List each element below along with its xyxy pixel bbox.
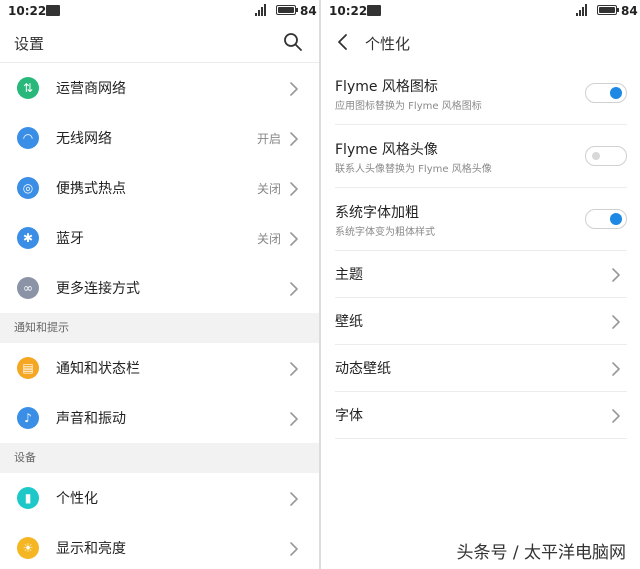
bluetooth-icon: ✱ [17,227,39,249]
settings-row[interactable]: ☀ 显示和亮度 [0,523,319,569]
wifi-icon: ◠ [17,127,39,149]
personalize-icon: ▮ [17,487,39,509]
settings-row[interactable]: ▤ 通知和状态栏 [0,343,319,393]
settings-row[interactable]: ♪ 声音和振动 [0,393,319,443]
settings-row-label: 通知和状态栏 [56,361,140,377]
toggle-title: Flyme 风格图标 [335,79,438,95]
chevron-right-icon [289,231,299,246]
settings-row-label: 显示和亮度 [56,541,126,557]
chevron-right-icon [611,361,621,376]
settings-list: ⇅ 运营商网络 ◠ 无线网络 开启 ◎ 便携式热点 关闭 ✱ 蓝牙 关闭 ∞ 更多连接方式 通知和提示 ▤ 通… [0,63,319,569]
status-bar: 10:22 84 [321,0,640,22]
chevron-right-icon [289,281,299,296]
section-header: 设备 [0,443,319,473]
chevron-right-icon [289,361,299,376]
chevron-right-icon [611,267,621,282]
settings-row[interactable]: ✱ 蓝牙 关闭 [0,213,319,263]
toggle-switch[interactable] [585,146,627,166]
nav-row[interactable]: 动态壁纸 [335,345,627,392]
link-icon: ∞ [17,277,39,299]
chevron-right-icon [289,411,299,426]
brightness-icon: ☀ [17,537,39,559]
settings-row-label: 蓝牙 [56,231,84,247]
personalization-header: 个性化 [321,22,640,62]
nav-row-label: 主题 [335,267,363,283]
toggle-subtitle: 应用图标替换为 Flyme 风格图标 [335,101,482,112]
search-icon[interactable] [283,32,303,52]
message-icon [46,5,60,16]
settings-row-label: 更多连接方式 [56,281,140,297]
message-icon [367,5,381,16]
settings-row-value: 关闭 [256,231,281,246]
nav-row-label: 壁纸 [335,314,363,330]
chevron-right-icon [611,314,621,329]
toggle-subtitle: 系统字体变为粗体样式 [335,227,435,238]
nav-row-label: 动态壁纸 [335,361,391,377]
status-bar: 10:22 84 [0,0,319,22]
settings-row[interactable]: ∞ 更多连接方式 [0,263,319,313]
signal-icon [576,4,587,16]
settings-row-value: 关闭 [256,181,281,196]
battery-level: 84 [621,4,638,18]
chevron-right-icon [289,81,299,96]
page-title: 设置 [14,35,45,53]
nav-row[interactable]: 壁纸 [335,298,627,345]
toggle-switch[interactable] [585,83,627,103]
mobile-data-icon: ⇅ [17,77,39,99]
settings-row-label: 运营商网络 [56,81,126,97]
settings-row[interactable]: ⇅ 运营商网络 [0,63,319,113]
settings-row[interactable]: ▮ 个性化 [0,473,319,523]
nav-row-label: 字体 [335,408,363,424]
personalization-list: Flyme 风格图标 应用图标替换为 Flyme 风格图标 Flyme 风格头像 联系… [321,62,640,439]
chevron-right-icon [289,131,299,146]
status-time: 10:22 [8,4,47,18]
settings-header: 设置 [0,22,319,63]
volume-icon: ♪ [17,407,39,429]
toggle-row: 系统字体加粗系统字体变为粗体样式 [335,188,627,251]
battery-icon [597,5,619,15]
chevron-right-icon [289,491,299,506]
personalization-screen: 10:22 84 个性化 Flyme 风格图标应用图标替换为 Flyme 风格图… [321,0,640,569]
toggle-row: Flyme 风格图标应用图标替换为 Flyme 风格图标 [335,62,627,125]
battery-icon [276,5,298,15]
watermark: 头条号 / 太平洋电脑网 [456,543,626,563]
settings-row-label: 无线网络 [56,131,112,147]
settings-row-value: 开启 [256,131,281,146]
toggle-title: 系统字体加粗 [335,205,419,221]
section-header: 通知和提示 [0,313,319,343]
chevron-right-icon [611,408,621,423]
battery-level: 84 [300,4,317,18]
settings-row-label: 个性化 [56,491,98,507]
back-arrow-icon[interactable] [333,31,353,53]
notification-icon: ▤ [17,357,39,379]
status-time: 10:22 [329,4,368,18]
settings-row-label: 声音和振动 [56,411,126,427]
settings-row[interactable]: ◎ 便携式热点 关闭 [0,163,319,213]
settings-row[interactable]: ◠ 无线网络 开启 [0,113,319,163]
hotspot-icon: ◎ [17,177,39,199]
toggle-row: Flyme 风格头像联系人头像替换为 Flyme 风格头像 [335,125,627,188]
toggle-title: Flyme 风格头像 [335,142,438,158]
chevron-right-icon [289,541,299,556]
page-title: 个性化 [365,35,411,53]
nav-row[interactable]: 主题 [335,251,627,298]
toggle-switch[interactable] [585,209,627,229]
signal-icon [255,4,266,16]
settings-screen: 10:22 84 设置 ⇅ 运营商网络 ◠ 无线网络 开启 ◎ 便携式热点 关闭 ✱ 蓝牙 关闭 ∞ 更… [0,0,319,569]
toggle-subtitle: 联系人头像替换为 Flyme 风格头像 [335,164,492,175]
settings-row-label: 便携式热点 [56,181,126,197]
chevron-right-icon [289,181,299,196]
nav-row[interactable]: 字体 [335,392,627,439]
